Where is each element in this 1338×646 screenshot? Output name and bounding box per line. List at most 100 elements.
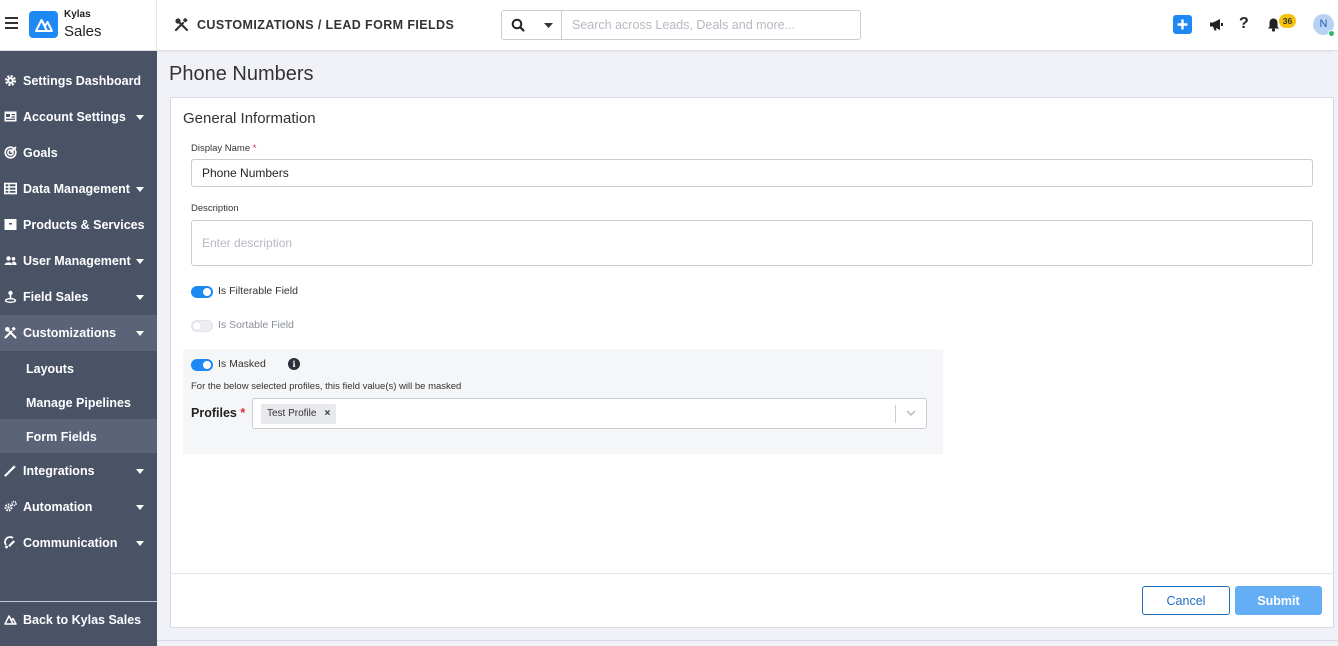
description-label: Description <box>191 203 239 214</box>
sidebar-subitem-manage-pipelines[interactable]: Manage Pipelines <box>0 385 157 419</box>
chevron-down-icon <box>136 331 144 336</box>
sidebar-item-customizations[interactable]: Customizations <box>0 315 157 351</box>
chevron-down-icon <box>136 469 144 474</box>
cogs-icon <box>4 500 17 512</box>
sidebar-item-label: Integrations <box>23 464 95 478</box>
mask-note: For the below selected profiles, this fi… <box>191 381 462 392</box>
label-text: Display Name <box>191 143 251 154</box>
masked-toggle[interactable] <box>191 359 213 371</box>
sidebar-item-label: Communication <box>23 536 118 550</box>
chevron-down-icon[interactable] <box>906 408 916 418</box>
sidebar-item-label: User Management <box>23 254 131 268</box>
submit-button[interactable]: Submit <box>1235 586 1322 615</box>
required-mark: * <box>240 406 246 420</box>
sidebar-subitem-label: Manage Pipelines <box>26 396 131 410</box>
sidebar-item-goals[interactable]: Goals <box>0 135 157 171</box>
profile-chip: Test Profile × <box>261 404 337 424</box>
online-status-dot <box>1328 30 1335 37</box>
footer-divider <box>171 573 1333 574</box>
cancel-button[interactable]: Cancel <box>1142 586 1230 615</box>
sidebar-item-field-sales[interactable]: Field Sales <box>0 279 157 315</box>
top-bar: Kylas Sales CUSTOMIZATIONS / LEAD FORM F… <box>0 0 1338 51</box>
brand-name: Kylas <box>64 9 91 20</box>
form-card: General Information Display Name * Descr… <box>170 97 1334 628</box>
chevron-down-icon <box>136 505 144 510</box>
sidebar-subitem-layouts[interactable]: Layouts <box>0 351 157 385</box>
profiles-select[interactable]: Test Profile × <box>252 398 927 429</box>
close-icon[interactable]: × <box>324 404 330 424</box>
quick-add-button[interactable] <box>1173 15 1192 34</box>
display-name-field[interactable] <box>191 159 1313 187</box>
sidebar-item-label: Customizations <box>23 326 117 340</box>
info-icon[interactable]: i <box>288 358 300 370</box>
description-field[interactable] <box>191 220 1313 266</box>
hamburger-menu-icon[interactable] <box>5 17 18 30</box>
sidebar-item-label: Data Management <box>23 182 130 196</box>
kylas-logo-icon <box>4 615 17 625</box>
page-title: Phone Numbers <box>169 63 314 85</box>
display-name-label: Display Name * <box>191 143 256 154</box>
filterable-label: Is Filterable Field <box>218 285 298 297</box>
sidebar-item-label: Automation <box>23 500 93 514</box>
notification-badge: 36 <box>1279 14 1296 28</box>
magic-wand-icon <box>4 464 17 477</box>
sidebar-subitem-label: Form Fields <box>26 430 97 444</box>
sidebar-item-label: Settings Dashboard <box>23 74 142 88</box>
global-search <box>501 10 861 40</box>
sidebar-item-automation[interactable]: Automation <box>0 489 157 525</box>
masking-section: Is Masked i For the below selected profi… <box>183 349 943 454</box>
brand-product: Sales <box>64 23 102 40</box>
account-icon <box>4 111 17 122</box>
kylas-logo-icon <box>29 11 58 38</box>
chevron-down-icon <box>136 187 144 192</box>
sidebar-item-label: Back to Kylas Sales <box>23 613 142 627</box>
sidebar-item-label: Field Sales <box>23 290 89 304</box>
label-text: Profiles <box>191 406 237 420</box>
filterable-toggle[interactable] <box>191 286 213 298</box>
chevron-down-icon <box>136 115 144 120</box>
megaphone-icon[interactable] <box>1209 17 1224 32</box>
page-bottom-border <box>157 640 1338 641</box>
gear-icon <box>5 75 16 86</box>
sidebar-item-communication[interactable]: Communication <box>0 525 157 561</box>
section-title: General Information <box>183 110 316 127</box>
chevron-down-icon <box>136 295 144 300</box>
box-icon <box>4 219 17 230</box>
sidebar-item-products-services[interactable]: Products & Services <box>0 207 157 243</box>
table-icon <box>4 182 17 195</box>
search-icon[interactable] <box>502 11 535 39</box>
breadcrumb: CUSTOMIZATIONS / LEAD FORM FIELDS <box>197 18 455 32</box>
chip-label: Test Profile <box>267 408 317 419</box>
map-pin-icon <box>4 290 17 303</box>
select-divider <box>895 405 896 423</box>
help-icon[interactable]: ? <box>1239 15 1249 33</box>
sidebar-subitem-form-fields[interactable]: Form Fields <box>0 419 157 453</box>
tools-icon <box>4 326 17 339</box>
brand-divider <box>156 0 157 51</box>
sidebar-item-settings-dashboard[interactable]: Settings Dashboard <box>0 63 157 99</box>
sidebar-item-label: Products & Services <box>23 218 145 232</box>
sidebar-item-integrations[interactable]: Integrations <box>0 453 157 489</box>
search-input[interactable] <box>563 11 859 39</box>
search-scope-dropdown[interactable] <box>535 11 562 39</box>
sidebar-item-user-management[interactable]: User Management <box>0 243 157 279</box>
masked-label: Is Masked <box>218 358 266 370</box>
sidebar-item-label: Goals <box>23 146 58 160</box>
back-to-kylas-sales-link[interactable]: Back to Kylas Sales <box>0 602 157 638</box>
chevron-down-icon <box>136 259 144 264</box>
scrollbar[interactable] <box>1334 51 1338 646</box>
sortable-label: Is Sortable Field <box>218 319 294 331</box>
sidebar-item-label: Account Settings <box>23 110 126 124</box>
sidebar-item-account-settings[interactable]: Account Settings <box>0 99 157 135</box>
sidebar: Settings Dashboard Account Settings Goal… <box>0 51 157 646</box>
sidebar-subitem-label: Layouts <box>26 362 74 376</box>
plus-icon <box>1177 19 1188 30</box>
sidebar-item-data-management[interactable]: Data Management <box>0 171 157 207</box>
chevron-down-icon <box>136 541 144 546</box>
sortable-toggle[interactable] <box>191 320 213 332</box>
required-mark: * <box>252 143 257 154</box>
satellite-icon <box>4 536 15 549</box>
users-icon <box>4 256 17 265</box>
profiles-label: Profiles * <box>191 406 245 420</box>
target-icon <box>4 146 17 159</box>
